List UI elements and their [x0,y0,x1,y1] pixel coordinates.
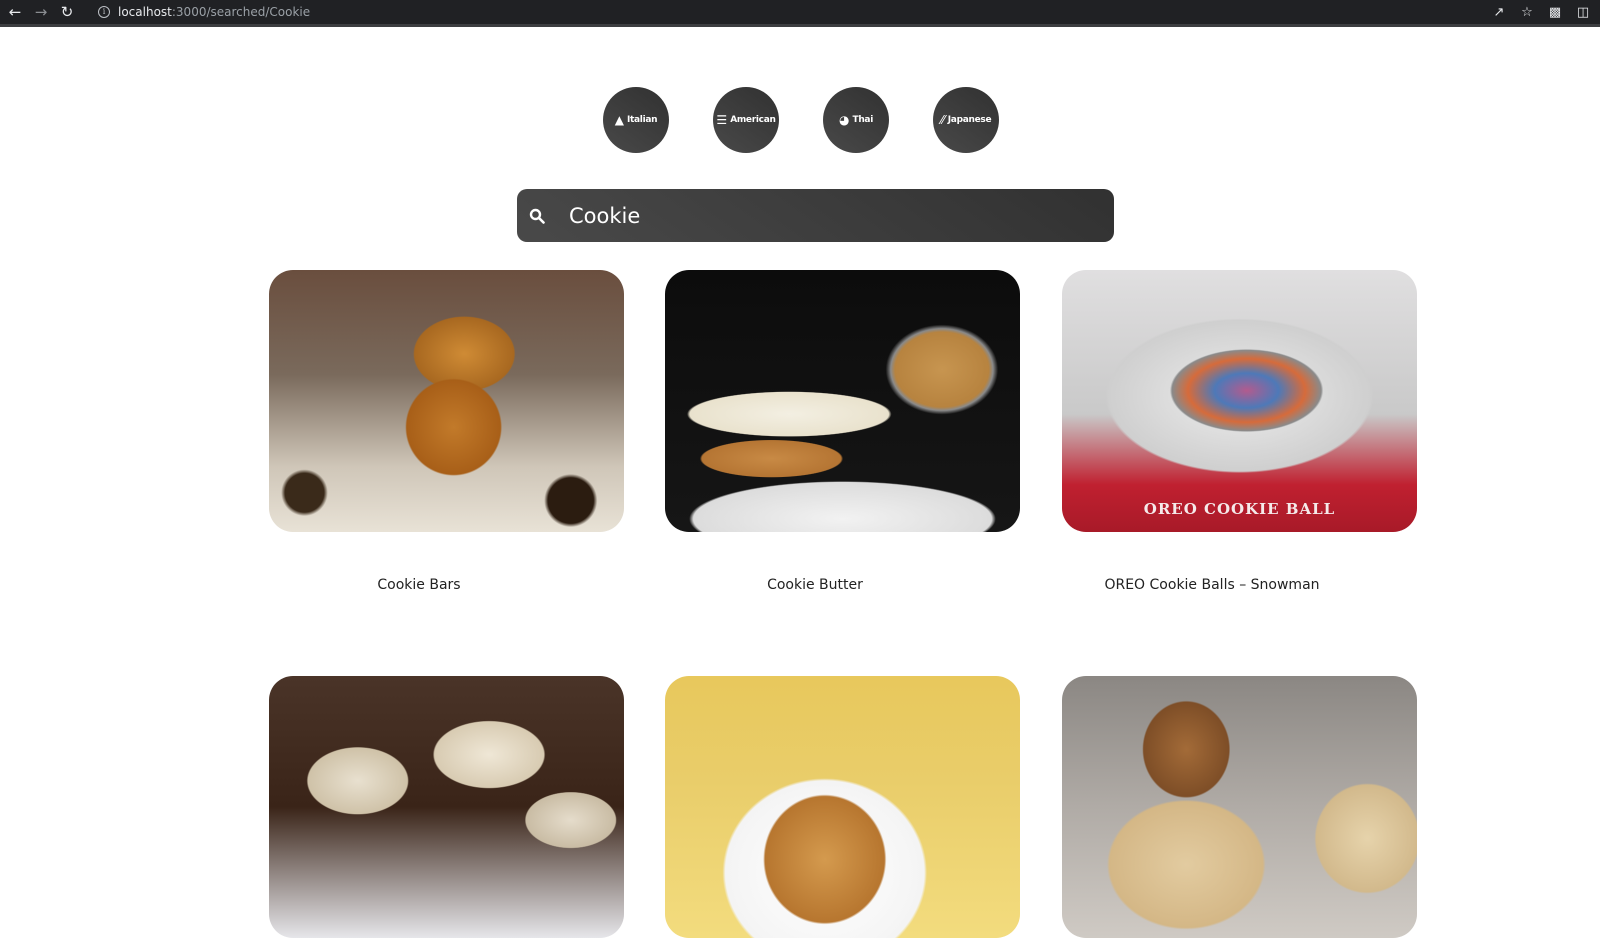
reload-icon[interactable]: ↻ [56,1,78,23]
recipe-image[interactable] [665,676,1020,938]
sidebar-icon[interactable]: ◫ [1574,5,1592,20]
category-label: American [730,115,776,125]
recipe-title[interactable]: Cookie Butter [665,577,965,593]
search-icon [529,208,569,224]
recipe-card[interactable]: OREO COOKIE BALL OREO Cookie Balls – Sno… [1062,270,1417,593]
browser-toolbar: ← → ↻ i localhost:3000/searched/Cookie ↗… [0,0,1600,27]
recipe-card[interactable] [1062,676,1417,938]
recipe-title[interactable]: Cookie Bars [269,577,569,593]
recipe-image[interactable] [269,676,624,938]
category-thai-button[interactable]: ◕ Thai [823,87,889,153]
category-italian-button[interactable]: ▲ Italian [603,87,669,153]
recipe-card[interactable] [269,676,624,938]
category-label: Japanese [947,115,992,125]
category-label: Italian [626,115,658,125]
recipe-card[interactable]: Cookie Butter [665,270,1020,593]
recipe-image[interactable] [1062,676,1417,938]
recipe-card[interactable] [665,676,1020,938]
burger-icon: ☰ [716,113,728,127]
oreo-image-text: OREO COOKIE BALL [1143,500,1336,518]
url-path: :3000/searched/Cookie [171,5,311,19]
puzzle-icon[interactable]: ▩ [1546,5,1564,20]
pizza-icon: ▲ [614,113,624,127]
chopsticks-icon: ⁄⁄ [940,113,945,127]
recipe-image[interactable]: OREO COOKIE BALL [1062,270,1417,532]
forward-arrow-icon[interactable]: → [30,1,52,23]
category-american-button[interactable]: ☰ American [713,87,779,153]
address-bar[interactable]: i localhost:3000/searched/Cookie [92,2,1512,22]
search-input[interactable] [569,203,1089,228]
back-arrow-icon[interactable]: ← [4,1,26,23]
recipe-title[interactable]: OREO Cookie Balls – Snowman [1062,577,1362,593]
url-host: localhost [118,5,172,19]
category-nav: ▲ Italian ☰ American ◕ Thai ⁄⁄ Japanese [603,87,999,153]
recipe-image[interactable] [665,270,1020,532]
info-icon[interactable]: i [98,6,110,18]
recipe-card[interactable]: Cookie Bars [269,270,624,593]
search-form [517,189,1114,242]
category-label: Thai [852,115,873,125]
share-icon[interactable]: ↗ [1490,5,1508,20]
search-icon-svg [529,208,545,224]
category-japanese-button[interactable]: ⁄⁄ Japanese [933,87,999,153]
recipe-image[interactable] [269,270,624,532]
noodle-bowl-icon: ◕ [839,113,850,127]
star-icon[interactable]: ☆ [1518,5,1536,20]
